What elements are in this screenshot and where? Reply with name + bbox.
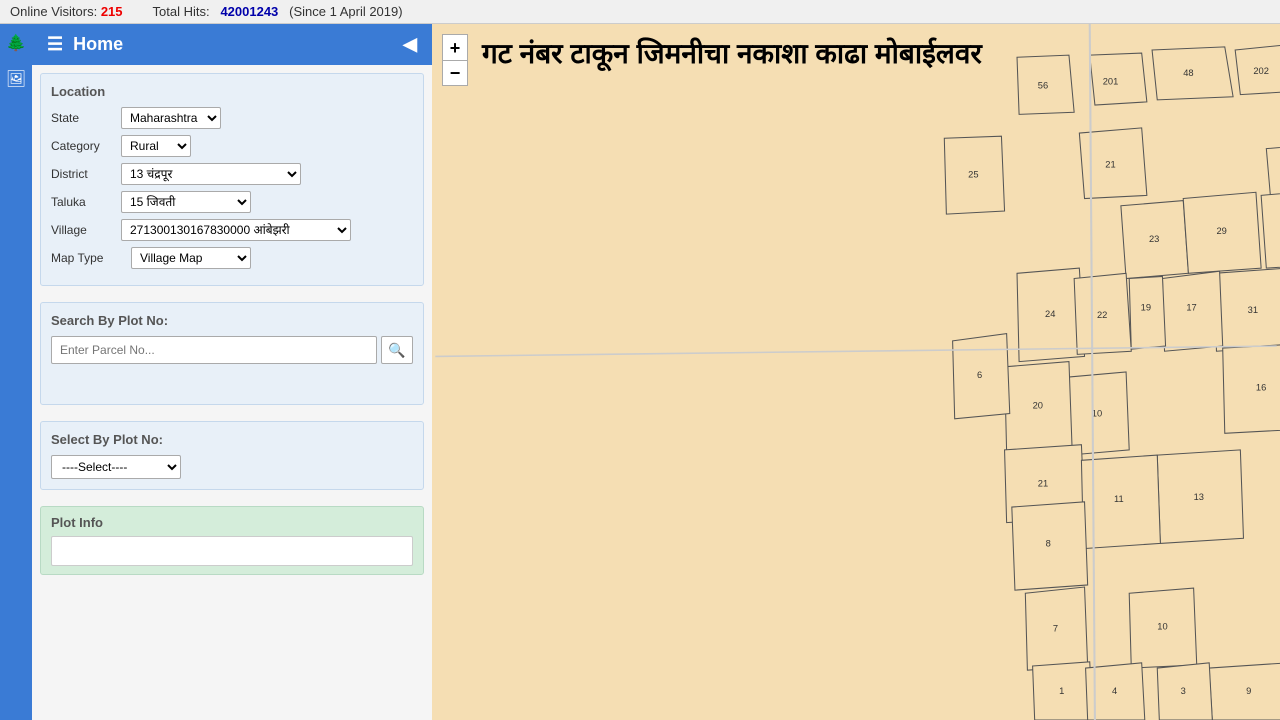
taluka-label: Taluka (51, 195, 121, 209)
location-section: Location State Maharashtra Category Rura… (40, 73, 424, 286)
zoom-controls: + − (442, 34, 468, 86)
plot-info-title: Plot Info (51, 515, 413, 530)
district-label: District (51, 167, 121, 181)
hits-label: Total Hits: (153, 4, 210, 19)
svg-text:3: 3 (1181, 686, 1186, 696)
village-select[interactable]: 271300130167830000 आंबेझरी (121, 219, 351, 241)
svg-text:21: 21 (1105, 159, 1115, 169)
zoom-in-button[interactable]: + (442, 34, 468, 60)
svg-text:24: 24 (1045, 309, 1055, 319)
svg-text:9: 9 (1246, 686, 1251, 696)
svg-text:23: 23 (1149, 234, 1159, 244)
tree-icon[interactable]: 🌲 (2, 29, 30, 57)
collapse-icon[interactable]: ◀ (403, 34, 417, 55)
map-type-label: Map Type (51, 251, 131, 265)
svg-text:56: 56 (1038, 80, 1048, 90)
select-plot-title: Select By Plot No: (51, 432, 413, 447)
select-plot-section: Select By Plot No: ----Select---- (40, 421, 424, 490)
search-title: Search By Plot No: (51, 313, 413, 328)
svg-text:48: 48 (1183, 68, 1193, 78)
hits-count: 42001243 (220, 4, 278, 19)
visitors-count: 215 (101, 4, 123, 19)
location-title: Location (51, 84, 413, 99)
svg-text:7: 7 (1053, 624, 1058, 634)
icon-sidebar: 🌲 🖼 (0, 24, 32, 720)
category-select[interactable]: Rural (121, 135, 191, 157)
taluka-select[interactable]: 15 जिवती (121, 191, 251, 213)
svg-text:10: 10 (1157, 622, 1167, 632)
zoom-out-button[interactable]: − (442, 60, 468, 86)
svg-text:202: 202 (1253, 66, 1269, 76)
svg-text:1: 1 (1059, 686, 1064, 696)
svg-text:13: 13 (1194, 492, 1204, 502)
image-icon[interactable]: 🖼 (2, 65, 30, 93)
svg-text:21: 21 (1038, 478, 1048, 488)
panel-header: ☰ Home ◀ (32, 24, 432, 65)
svg-text:22: 22 (1097, 310, 1107, 320)
plot-info-content (51, 536, 413, 566)
svg-text:201: 201 (1103, 76, 1119, 86)
state-select[interactable]: Maharashtra (121, 107, 221, 129)
map-svg[interactable]: 201 48 202 204 56 36 33 205 25 (432, 24, 1280, 720)
category-label: Category (51, 139, 121, 153)
panel-title: Home (73, 34, 403, 55)
search-input[interactable] (51, 336, 377, 364)
svg-text:8: 8 (1046, 539, 1051, 549)
svg-text:31: 31 (1248, 305, 1258, 315)
select-plot-dropdown[interactable]: ----Select---- (51, 455, 181, 479)
svg-text:17: 17 (1186, 303, 1196, 313)
svg-text:4: 4 (1112, 686, 1117, 696)
hits-since: (Since 1 April 2019) (289, 4, 402, 19)
svg-text:11: 11 (1114, 494, 1124, 504)
svg-text:19: 19 (1141, 303, 1151, 313)
svg-text:16: 16 (1256, 383, 1266, 393)
visitors-label: Online Visitors: (10, 4, 97, 19)
map-type-select[interactable]: Village Map (131, 247, 251, 269)
district-select[interactable]: 13 चंद्रपूर (121, 163, 301, 185)
svg-text:29: 29 (1216, 226, 1226, 236)
state-label: State (51, 111, 121, 125)
svg-text:20: 20 (1033, 400, 1043, 410)
svg-text:25: 25 (968, 170, 978, 180)
menu-icon[interactable]: ☰ (47, 34, 63, 55)
left-panel: ☰ Home ◀ Location State Maharashtra Cate… (32, 24, 432, 720)
map-area[interactable]: + − गट नंबर टाकून जिमनीचा नकाशा काढा मोब… (432, 24, 1280, 720)
village-label: Village (51, 223, 121, 237)
search-button[interactable]: 🔍 (381, 336, 413, 364)
plot-info-section: Plot Info (40, 506, 424, 575)
search-section: Search By Plot No: 🔍 (40, 302, 424, 405)
svg-text:6: 6 (977, 370, 982, 380)
